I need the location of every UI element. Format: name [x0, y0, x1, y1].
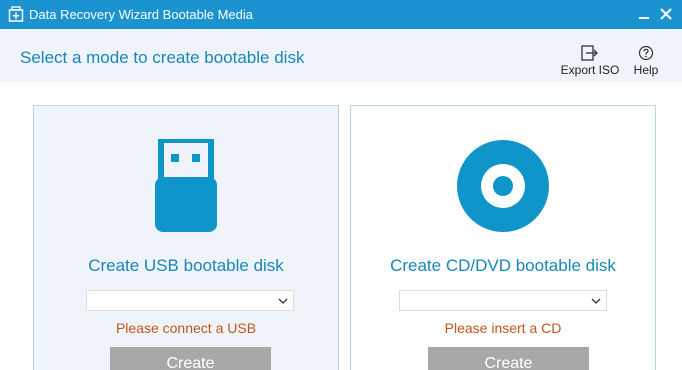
create-cd-button[interactable]: Create: [428, 347, 589, 370]
cd-option-panel[interactable]: Create CD/DVD bootable disk Please inser…: [350, 105, 656, 370]
cd-panel-title: Create CD/DVD bootable disk: [390, 256, 616, 275]
chevron-down-icon: [591, 298, 601, 304]
usb-device-select[interactable]: [86, 290, 294, 311]
help-icon: [638, 45, 654, 61]
minimize-icon: [639, 17, 649, 19]
page-heading: Select a mode to create bootable disk: [20, 48, 305, 67]
chevron-down-icon: [278, 298, 288, 304]
usb-option-panel[interactable]: Create USB bootable disk Please connect …: [33, 105, 339, 370]
usb-panel-title: Create USB bootable disk: [88, 256, 284, 275]
help-label: Help: [633, 63, 659, 77]
cd-drive-select[interactable]: [399, 290, 607, 311]
export-iso-label: Export ISO: [560, 63, 620, 77]
help-button[interactable]: Help: [630, 45, 662, 77]
app-icon: [8, 6, 24, 22]
export-icon: [581, 45, 598, 61]
minimize-button[interactable]: [634, 5, 654, 23]
close-button[interactable]: [656, 4, 676, 24]
header-band: Select a mode to create bootable disk Ex…: [0, 29, 682, 82]
usb-status-message: Please connect a USB: [115, 320, 257, 336]
usb-drive-icon: [154, 137, 220, 239]
title-bar: Data Recovery Wizard Bootable Media: [0, 0, 682, 29]
close-icon: [660, 8, 672, 20]
create-usb-button[interactable]: Create: [110, 347, 271, 370]
window-title: Data Recovery Wizard Bootable Media: [29, 7, 253, 22]
cd-status-message: Please insert a CD: [444, 320, 562, 336]
export-iso-button[interactable]: Export ISO: [560, 45, 620, 77]
cd-disc-icon: [457, 140, 549, 237]
